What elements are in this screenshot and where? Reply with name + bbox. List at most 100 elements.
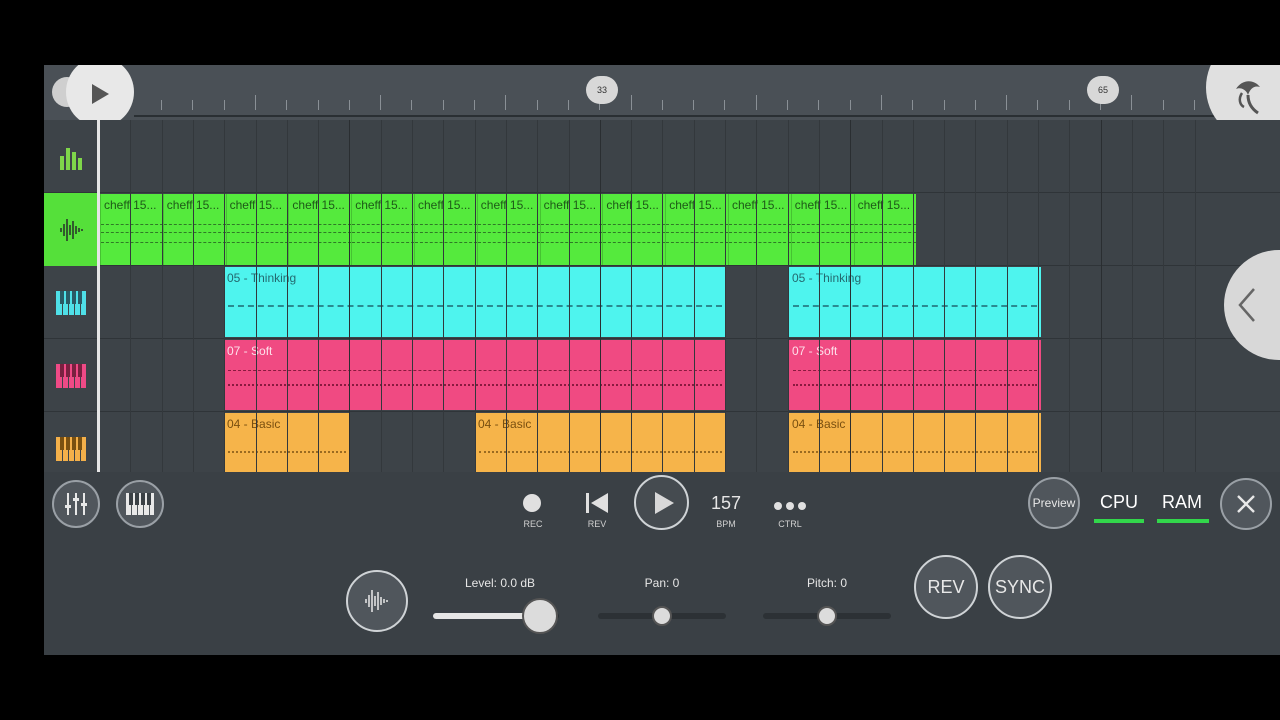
timeline-ruler[interactable]: 33 65 — [44, 65, 1280, 140]
ruler-tick — [223, 100, 225, 110]
clip-thinking-2[interactable]: 05 - Thinking — [789, 267, 1041, 337]
audio-clip[interactable]: cheff 15... — [288, 194, 352, 265]
level-slider-knob[interactable] — [522, 598, 559, 634]
clip-name: cheff 15... — [543, 198, 597, 212]
grid-line — [380, 120, 382, 472]
piano-roll-button[interactable] — [116, 480, 164, 528]
audio-clip[interactable]: cheff 15... — [602, 194, 666, 265]
clip-soft-2[interactable]: 07 - Soft — [789, 340, 1041, 410]
audio-clip[interactable]: cheff 15... — [476, 194, 540, 265]
sample-waveform-button[interactable] — [346, 570, 408, 632]
audio-clip[interactable]: cheff 15... — [728, 194, 791, 265]
waveform-line — [226, 232, 289, 234]
close-button[interactable] — [1220, 478, 1272, 530]
clip-name: 04 - Basic — [478, 417, 532, 431]
grid-line — [537, 120, 539, 472]
cpu-label[interactable]: CPU — [1100, 492, 1138, 513]
pan-slider-knob[interactable] — [652, 606, 672, 626]
grid-line — [881, 120, 883, 472]
waveform-line — [729, 224, 791, 226]
ruler-tick — [943, 100, 945, 110]
grid-line — [1163, 120, 1165, 472]
reverse-button[interactable]: REV — [914, 555, 978, 619]
audio-clip[interactable]: cheff 15... — [414, 194, 477, 265]
waveform-line — [226, 224, 289, 226]
pitch-slider-knob[interactable] — [817, 606, 837, 626]
level-label: Level: 0.0 dB — [464, 576, 536, 590]
ram-meter — [1157, 519, 1209, 523]
rewind-button[interactable] — [584, 492, 610, 514]
waveform-line — [415, 232, 477, 234]
playhead[interactable] — [97, 120, 100, 472]
track-head-soft[interactable] — [44, 339, 97, 412]
waveform-line — [666, 224, 728, 226]
transport-play-button[interactable] — [634, 475, 689, 530]
grid-line — [505, 120, 507, 472]
bar-marker-33[interactable]: 33 — [586, 76, 618, 104]
ram-label[interactable]: RAM — [1162, 492, 1202, 513]
ctrl-label: CTRL — [778, 519, 802, 529]
ruler-tick — [1006, 95, 1008, 110]
clip-name: cheff 15... — [669, 198, 722, 212]
track-head-thinking[interactable] — [44, 266, 97, 339]
ruler-tick — [505, 95, 507, 110]
grid-line — [944, 120, 946, 472]
audio-clip[interactable]: cheff 15... — [351, 194, 414, 265]
track-head-audio[interactable] — [44, 193, 97, 266]
piano-keys-icon — [126, 493, 154, 515]
grid-line — [1131, 120, 1133, 472]
grid-line — [161, 120, 163, 472]
sync-button[interactable]: SYNC — [988, 555, 1052, 619]
grid-line — [912, 120, 914, 472]
clip-name: 05 - Thinking — [227, 271, 297, 285]
ruler-tick — [442, 100, 444, 110]
grid-line — [224, 120, 226, 472]
track-head-mixer[interactable] — [44, 120, 97, 193]
mixer-button[interactable] — [52, 480, 100, 528]
grid-line — [1006, 120, 1008, 472]
bpm-value[interactable]: 157 — [702, 493, 750, 514]
audio-clip[interactable]: cheff 15... — [790, 194, 854, 265]
ruler-tick — [317, 100, 319, 110]
piano-icon — [55, 290, 86, 315]
record-button[interactable] — [523, 494, 541, 512]
waveform-line — [352, 224, 414, 226]
grid-line — [631, 120, 633, 472]
clip-name: cheff 15... — [732, 198, 785, 212]
waveform-line — [163, 224, 226, 226]
mixer-bars-icon — [59, 147, 82, 170]
rec-label: REC — [523, 519, 543, 529]
audio-clip[interactable]: cheff 15... — [162, 194, 226, 265]
audio-clip[interactable]: cheff 15... — [665, 194, 728, 265]
song-play-button[interactable] — [66, 65, 134, 127]
waveform-line — [289, 232, 352, 234]
audio-clip[interactable]: cheff 15... — [853, 194, 917, 265]
audio-clip[interactable]: cheff 15... — [100, 194, 163, 265]
waveform-line — [289, 242, 352, 244]
more-dots-icon — [774, 502, 806, 510]
bar-marker-65[interactable]: 65 — [1087, 76, 1119, 104]
ruler-tick — [787, 100, 788, 110]
ruler-tick — [724, 100, 726, 110]
clip-basic-3[interactable]: 04 - Basic — [789, 413, 1041, 472]
grid-line — [286, 120, 288, 472]
play-icon — [654, 491, 674, 514]
cpu-meter — [1094, 519, 1144, 523]
clip-name: cheff 15... — [606, 198, 659, 212]
grid-line — [599, 120, 601, 472]
ruler-tick — [1162, 100, 1164, 110]
clip-notes — [793, 384, 1037, 386]
grid-line — [474, 120, 476, 472]
ctrl-button[interactable] — [772, 498, 808, 510]
waveform-line — [791, 242, 854, 244]
grid-line — [349, 120, 351, 472]
grid-line — [975, 120, 977, 472]
piano-icon — [55, 436, 86, 461]
audio-clip[interactable]: cheff 15... — [225, 194, 289, 265]
preview-button[interactable]: Preview — [1028, 477, 1080, 529]
waveform-line — [603, 242, 666, 244]
chevron-left-icon — [1238, 288, 1255, 322]
grid-line — [662, 120, 664, 472]
clip-name: cheff 15... — [857, 198, 911, 212]
audio-clip[interactable]: cheff 15... — [539, 194, 603, 265]
